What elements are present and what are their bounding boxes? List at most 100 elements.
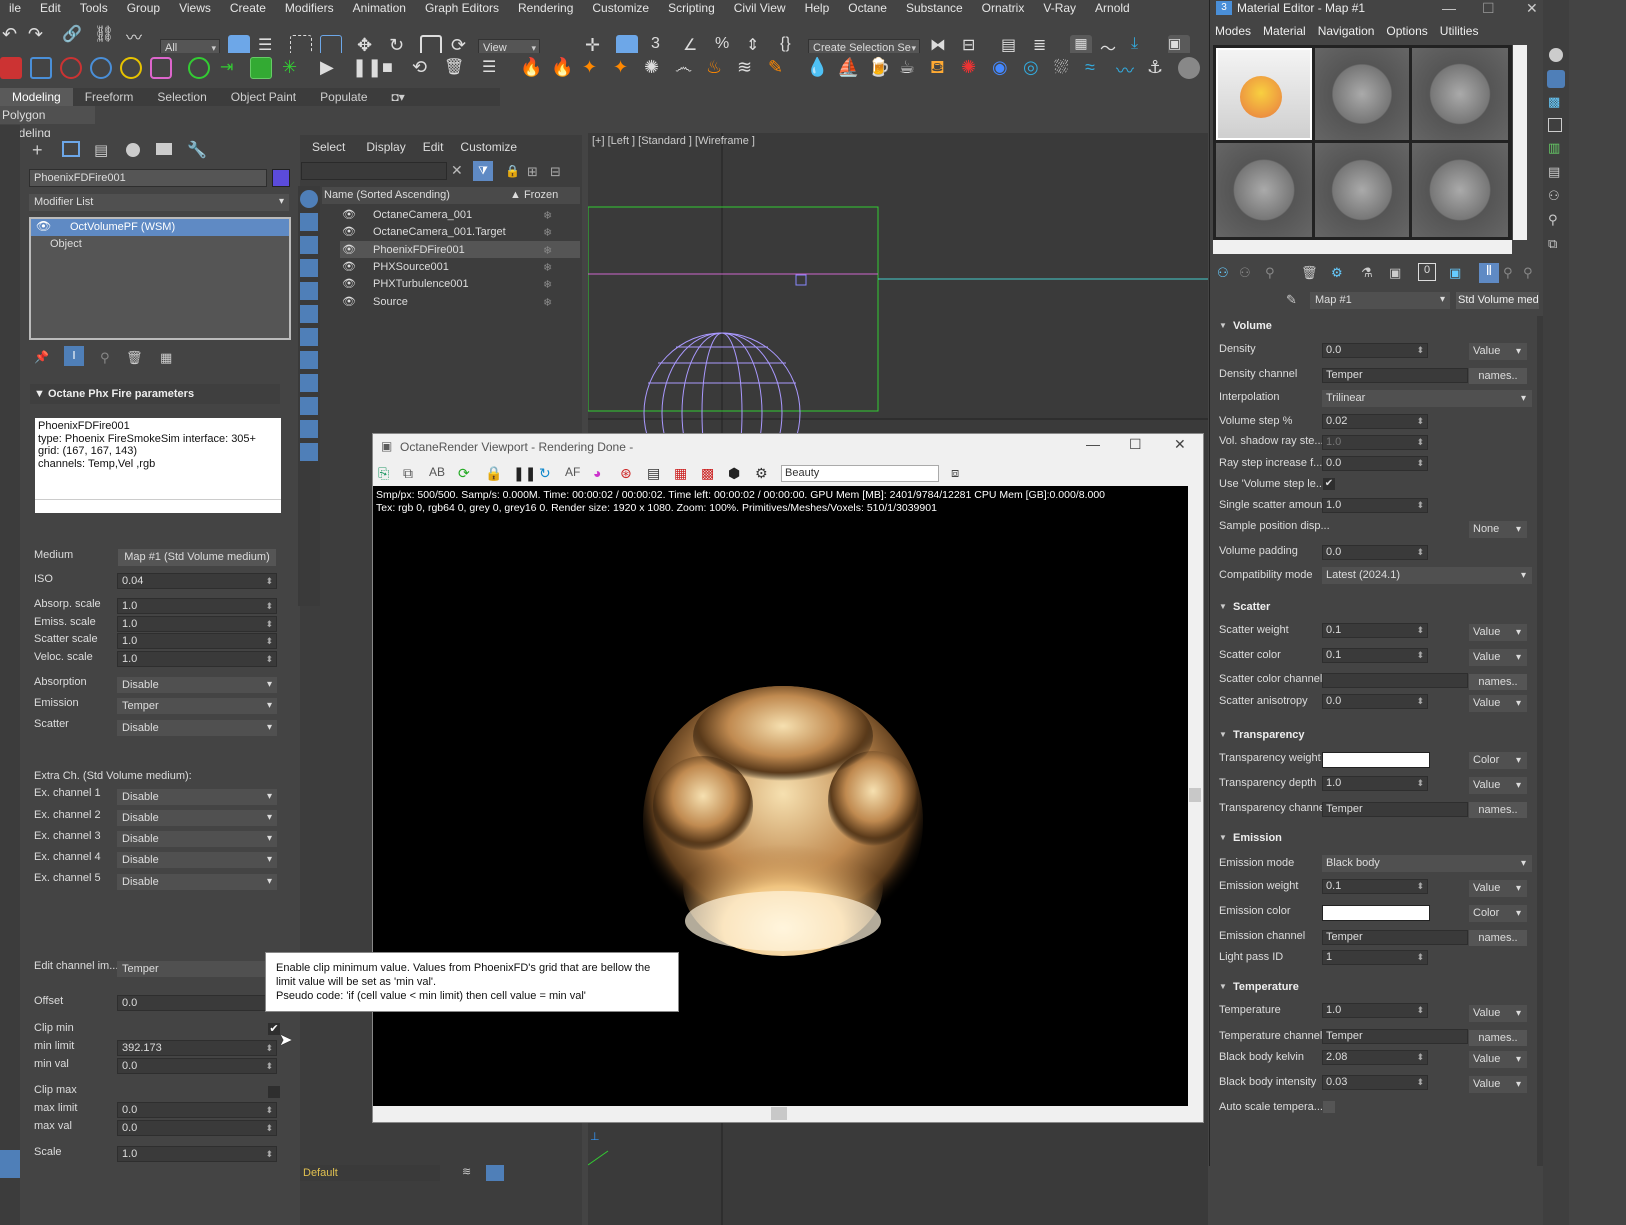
freeze-icon[interactable]: ❄ — [543, 261, 552, 274]
phoenix-pour-icon[interactable]: ⛾ — [930, 57, 952, 79]
video-check-icon[interactable]: ▥ — [1548, 140, 1560, 156]
get-material-icon[interactable]: ⚇ — [1217, 265, 1229, 281]
ex-channel-4-dropdown[interactable]: Disable — [117, 852, 277, 868]
viewport-layout-icon[interactable] — [0, 1150, 20, 1178]
visibility-eye-icon[interactable]: 👁 — [342, 260, 356, 273]
emission-weight-type-dropdown[interactable]: Value — [1469, 880, 1527, 897]
emission-names-button[interactable]: names.. — [1469, 930, 1527, 946]
scale-spinner[interactable]: 1.0 — [117, 1146, 277, 1162]
ribbon-tab-object-paint[interactable]: Object Paint — [219, 88, 308, 106]
me-menu-utilities[interactable]: Utilities — [1434, 22, 1485, 40]
sample-slot-6[interactable] — [1412, 143, 1508, 237]
menu-customize[interactable]: Customize — [583, 1, 659, 15]
use-volume-step-checkbox[interactable]: ✔ — [1323, 478, 1335, 490]
emission-color-type-dropdown[interactable]: Color — [1469, 905, 1527, 922]
menu-animation[interactable]: Animation — [344, 1, 416, 15]
me-menu-material[interactable]: Material — [1257, 22, 1312, 40]
ribbon-tab-modeling[interactable]: Modeling — [0, 88, 73, 106]
layer-stack-icon[interactable]: ≋ — [462, 1165, 480, 1181]
sample-position-dropdown[interactable]: None — [1469, 521, 1527, 538]
veloc-scale-spinner[interactable]: 1.0 — [117, 651, 277, 667]
eye-icon[interactable]: 👁 — [36, 219, 51, 233]
helper-filter-icon[interactable] — [300, 282, 318, 300]
display-tab-icon[interactable] — [156, 143, 172, 155]
me-menu-options[interactable]: Options — [1380, 22, 1433, 40]
ex-channel-2-dropdown[interactable]: Disable — [117, 810, 277, 826]
phoenix-source-icon[interactable]: ✺ — [644, 57, 666, 79]
scatter-color-type-dropdown[interactable]: Value — [1469, 649, 1527, 666]
phoenix-glass-icon[interactable]: 🍺 — [868, 57, 890, 79]
scene-search-input[interactable] — [301, 162, 447, 180]
black-body-intensity-type-dropdown[interactable]: Value — [1469, 1076, 1527, 1093]
octane-drop-icon[interactable] — [90, 57, 112, 79]
scatter-anisotropy-spinner[interactable]: 0.0 — [1322, 694, 1428, 709]
put-library-icon[interactable]: ⚗ — [1361, 265, 1373, 281]
menu-ornatrix[interactable]: Ornatrix — [973, 1, 1035, 15]
backlight-icon[interactable] — [1547, 70, 1565, 88]
scatter-dropdown[interactable]: Disable — [117, 720, 277, 736]
phoenix-drop-icon[interactable]: 💧 — [806, 57, 828, 79]
emission-channel-field[interactable]: Temper — [1322, 930, 1468, 945]
phoenix-brush-icon[interactable]: ✎ — [768, 57, 790, 79]
ex-channel-3-dropdown[interactable]: Disable — [117, 831, 277, 847]
reset-map-icon[interactable]: 🗑 — [1301, 265, 1318, 281]
menu-civil-view[interactable]: Civil View — [725, 1, 796, 15]
menu-help[interactable]: Help — [796, 1, 840, 15]
expand-icon[interactable]: ⊟ — [550, 164, 561, 180]
ribbon-tab-freeform[interactable]: Freeform — [73, 88, 146, 106]
me-close-icon[interactable]: ✕ — [1526, 0, 1538, 17]
shadow-step-spinner[interactable]: 1.0 — [1322, 435, 1428, 450]
map-name-dropdown[interactable]: Map #1 — [1310, 292, 1450, 309]
redo-icon[interactable]: ↷ — [28, 24, 50, 46]
undo-icon[interactable]: ↶ — [2, 24, 24, 46]
copy-icon[interactable]: ⧉ — [403, 465, 413, 482]
settings-gear-icon[interactable]: ⚙ — [755, 465, 768, 482]
viewport-label[interactable]: [+] [Left ] [Standard ] [Wireframe ] — [592, 135, 755, 147]
octane-omni-icon[interactable] — [60, 57, 82, 79]
phoenix-splash-icon[interactable]: ✺ — [961, 57, 983, 79]
focus-picker-icon[interactable]: AF — [565, 465, 580, 479]
phoenix-sphere-icon[interactable] — [1178, 57, 1200, 79]
phoenix-wave-icon[interactable]: ◎ — [1023, 57, 1045, 79]
clip-max-checkbox[interactable] — [268, 1086, 280, 1098]
freeze-icon[interactable]: ❄ — [543, 209, 552, 222]
light-pass-id-spinner[interactable]: 1 — [1322, 950, 1428, 965]
scene-item-name[interactable]: OctaneCamera_001 — [373, 209, 472, 221]
material-id-icon[interactable]: ▣ — [1389, 265, 1401, 281]
volume-step-spinner[interactable]: 0.02 — [1322, 414, 1428, 429]
black-body-kelvin-type-dropdown[interactable]: Value — [1469, 1051, 1527, 1068]
pick-material-icon[interactable]: ✎ — [1286, 292, 1297, 308]
compatibility-mode-dropdown[interactable]: Latest (2024.1) — [1322, 567, 1532, 584]
edit-channel-dropdown[interactable]: Temper — [117, 961, 277, 977]
sample-slot-3[interactable] — [1412, 48, 1508, 140]
show-end-result-icon[interactable]: Ⅰ — [64, 346, 84, 366]
geometry-filter-icon[interactable] — [300, 190, 318, 208]
freeze-icon[interactable]: ❄ — [543, 296, 552, 309]
make-unique-icon[interactable]: ⚲ — [100, 350, 110, 366]
temperature-type-dropdown[interactable]: Value — [1469, 1005, 1527, 1022]
pin-stack-icon[interactable]: 📌 — [34, 350, 49, 364]
film-region-icon[interactable]: ▤ — [647, 465, 660, 482]
scatter-rollout-header[interactable]: Scatter — [1213, 597, 1537, 617]
offset-spinner[interactable]: 0.0 — [117, 995, 277, 1011]
bind-spacewarp-icon[interactable]: 〰 — [126, 24, 148, 47]
configure-sets-icon[interactable]: ▦ — [160, 350, 172, 366]
menu-views[interactable]: Views — [170, 1, 221, 15]
background-icon[interactable]: ▩ — [1548, 94, 1560, 110]
motion-tab-icon[interactable] — [126, 143, 140, 157]
single-scatter-spinner[interactable]: 1.0 — [1322, 498, 1428, 513]
phoenix-ocean-icon[interactable]: ⛵ — [837, 57, 859, 79]
preview-icon[interactable]: ▤ — [1548, 164, 1560, 180]
phoenix-icon[interactable]: ✦ — [582, 57, 604, 79]
info-textbox[interactable]: PhoenixFDFire001 type: Phoenix FireSmoke… — [35, 418, 281, 500]
menu-substance[interactable]: Substance — [897, 1, 973, 15]
menu-rendering[interactable]: Rendering — [509, 1, 583, 15]
export-icon[interactable]: ⧈ — [951, 465, 959, 481]
sample-slot-5[interactable] — [1315, 143, 1409, 237]
absorption-dropdown[interactable]: Disable — [117, 677, 277, 693]
modifier-list-dropdown[interactable]: Modifier List — [29, 194, 289, 211]
min-limit-spinner[interactable]: 392.173 — [117, 1040, 277, 1056]
slots-hscrollbar[interactable] — [1213, 240, 1512, 254]
ribbon-tab-populate[interactable]: Populate — [308, 88, 379, 106]
temperature-rollout-header[interactable]: Temperature — [1213, 977, 1537, 997]
